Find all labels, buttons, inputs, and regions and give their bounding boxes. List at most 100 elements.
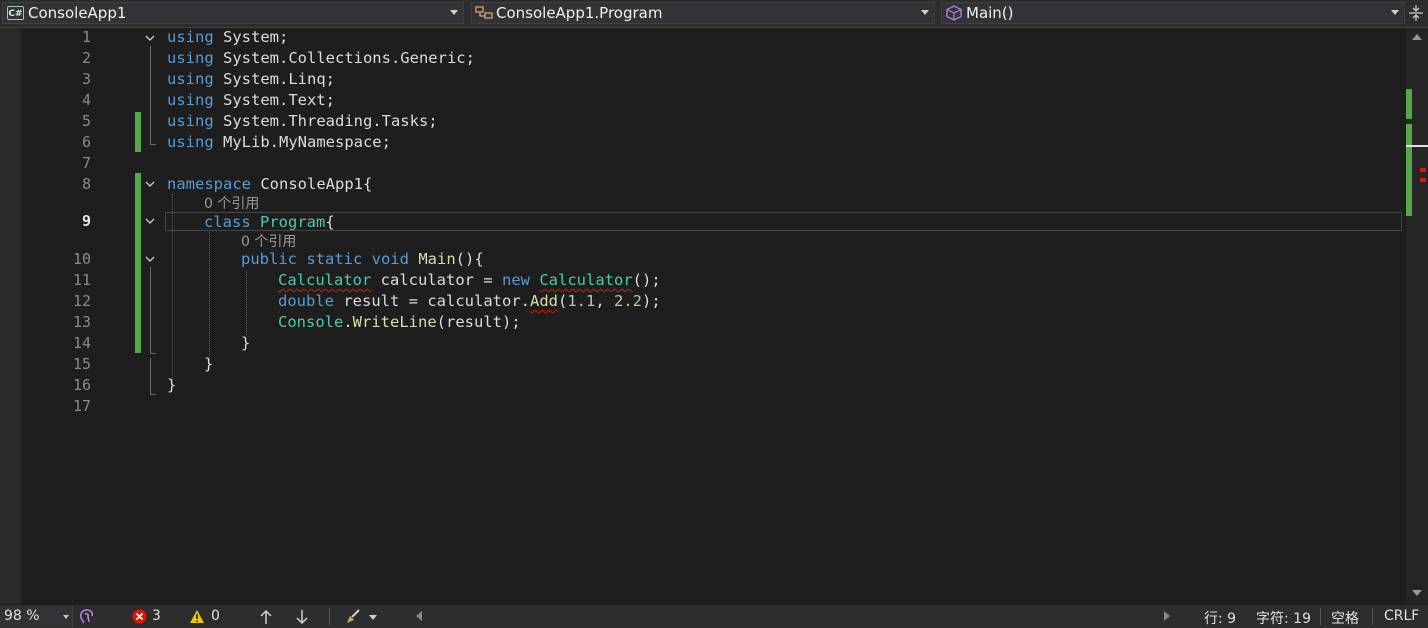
code-text: ConsoleApp1{ xyxy=(251,175,373,193)
intellicode-icon[interactable] xyxy=(78,608,96,625)
chevron-down-icon xyxy=(1391,10,1399,15)
line-number: 12 xyxy=(72,292,91,310)
project-dropdown[interactable]: C# ConsoleApp1 xyxy=(2,2,464,24)
indent-guide xyxy=(209,232,210,360)
error-count[interactable]: 3 xyxy=(152,608,161,624)
code-line[interactable]: namespace ConsoleApp1{ xyxy=(167,175,372,193)
line-number: 8 xyxy=(81,175,91,193)
previous-issue-arrow-icon[interactable] xyxy=(259,609,273,625)
code-text: } xyxy=(241,334,251,352)
codelens-references[interactable]: 0 个引用 xyxy=(241,231,296,251)
code-line[interactable]: using System.Threading.Tasks; xyxy=(167,112,438,130)
warning-count[interactable]: 0 xyxy=(211,608,220,624)
code-text: System; xyxy=(213,28,289,46)
fold-line xyxy=(150,267,151,353)
line-ending-mode[interactable]: CRLF xyxy=(1384,608,1419,624)
divider xyxy=(329,608,330,625)
method-name-error: Add xyxy=(530,292,558,310)
collapse-chevron-icon[interactable] xyxy=(144,178,156,190)
caret-position-mark xyxy=(1406,145,1428,147)
code-text: } xyxy=(167,376,177,394)
collapse-chevron-icon[interactable] xyxy=(144,32,156,44)
zoom-level: 98 % xyxy=(4,608,40,624)
number: 2.2 xyxy=(614,292,643,310)
divider xyxy=(1372,608,1373,625)
code-text: System.Linq; xyxy=(213,70,335,88)
code-line[interactable]: using System.Collections.Generic; xyxy=(167,49,475,67)
method-name: WriteLine xyxy=(352,313,437,331)
collapse-chevron-icon[interactable] xyxy=(144,215,156,227)
code-text: MyLib.MyNamespace; xyxy=(213,133,391,151)
member-scope-dropdown[interactable]: Main() xyxy=(941,2,1405,24)
code-text: (); xyxy=(632,271,661,289)
code-text: ); xyxy=(642,292,661,310)
code-text: ( xyxy=(558,292,568,310)
chevron-down-icon xyxy=(921,10,929,15)
line-number: 15 xyxy=(72,355,91,373)
scroll-up-arrow-icon[interactable] xyxy=(1412,34,1422,40)
code-text: . xyxy=(343,313,353,331)
code-line[interactable]: public static void Main(){ xyxy=(241,250,484,268)
type-scope-label: ConsoleApp1.Program xyxy=(496,4,663,22)
column-indicator[interactable]: 字符: 19 xyxy=(1256,608,1311,628)
divider xyxy=(1320,608,1321,625)
fold-line xyxy=(150,46,151,144)
indent-guide xyxy=(246,271,247,335)
codelens-references[interactable]: 0 个引用 xyxy=(204,193,259,213)
error-icon[interactable] xyxy=(132,609,147,624)
type-scope-dropdown[interactable]: ConsoleApp1.Program xyxy=(471,2,935,24)
line-indicator[interactable]: 行: 9 xyxy=(1204,608,1236,628)
warning-icon[interactable] xyxy=(189,609,205,624)
code-line[interactable]: Console.WriteLine(result); xyxy=(278,313,521,331)
keyword: new xyxy=(501,271,530,289)
line-number: 11 xyxy=(72,271,91,289)
scroll-right-arrow-icon[interactable] xyxy=(1164,611,1170,621)
code-line[interactable]: using System.Text; xyxy=(167,91,335,109)
scroll-left-arrow-icon[interactable] xyxy=(416,611,422,621)
zoom-dropdown[interactable]: 98 % xyxy=(0,606,73,627)
error-overview-mark xyxy=(1420,178,1426,182)
code-line[interactable]: using System.Linq; xyxy=(167,70,335,88)
line-number: 1 xyxy=(81,28,91,46)
code-line[interactable]: } xyxy=(167,376,176,394)
collapse-chevron-icon[interactable] xyxy=(144,253,156,265)
error-overview-mark xyxy=(1420,168,1426,172)
horizontal-scrollbar[interactable] xyxy=(414,609,1174,624)
code-line[interactable]: using System; xyxy=(167,28,288,46)
code-line[interactable]: } xyxy=(204,355,213,373)
code-text: . xyxy=(520,292,530,310)
code-cleanup-brush-icon[interactable] xyxy=(345,608,365,625)
chevron-down-icon xyxy=(450,10,458,15)
csharp-project-icon: C# xyxy=(7,6,24,20)
class-icon xyxy=(475,6,493,19)
code-line[interactable]: Calculator calculator = new Calculator()… xyxy=(278,271,661,289)
operator: = xyxy=(399,292,428,310)
vertical-scrollbar[interactable] xyxy=(1406,28,1428,604)
navigation-bar: C# ConsoleApp1 ConsoleApp1.Program Main(… xyxy=(0,0,1428,28)
code-line[interactable]: class Program{ xyxy=(204,213,335,231)
next-issue-arrow-icon[interactable] xyxy=(295,609,309,625)
chevron-down-icon[interactable] xyxy=(369,615,377,620)
keyword: using xyxy=(167,28,214,46)
change-marker xyxy=(135,112,141,152)
member-scope-label: Main() xyxy=(966,4,1014,22)
line-number-current: 9 xyxy=(81,212,91,230)
split-editor-icon[interactable] xyxy=(1407,4,1425,22)
code-editor[interactable]: 1 2 3 4 5 6 7 8 9 10 11 12 13 14 15 16 1… xyxy=(0,28,1406,604)
line-number: 6 xyxy=(81,133,91,151)
code-line[interactable]: } xyxy=(241,334,250,352)
variable: calculator xyxy=(371,271,474,289)
editor-status-bar: 98 % 3 0 行: 9 字符: 19 空格 CRLF xyxy=(0,605,1428,628)
fold-end xyxy=(150,394,156,395)
code-text: System.Threading.Tasks; xyxy=(213,112,438,130)
variable: calculator xyxy=(427,292,521,310)
keyword: using xyxy=(167,70,214,88)
change-overview-mark xyxy=(1406,124,1412,216)
whitespace-mode[interactable]: 空格 xyxy=(1331,608,1359,628)
keyword: class xyxy=(204,213,251,231)
scroll-down-arrow-icon[interactable] xyxy=(1412,590,1422,596)
code-line[interactable]: double result = calculator.Add(1.1, 2.2)… xyxy=(278,292,661,310)
type-name-error: Calculator xyxy=(278,271,372,289)
code-line[interactable]: using MyLib.MyNamespace; xyxy=(167,133,391,151)
method-name: Main xyxy=(418,250,456,268)
